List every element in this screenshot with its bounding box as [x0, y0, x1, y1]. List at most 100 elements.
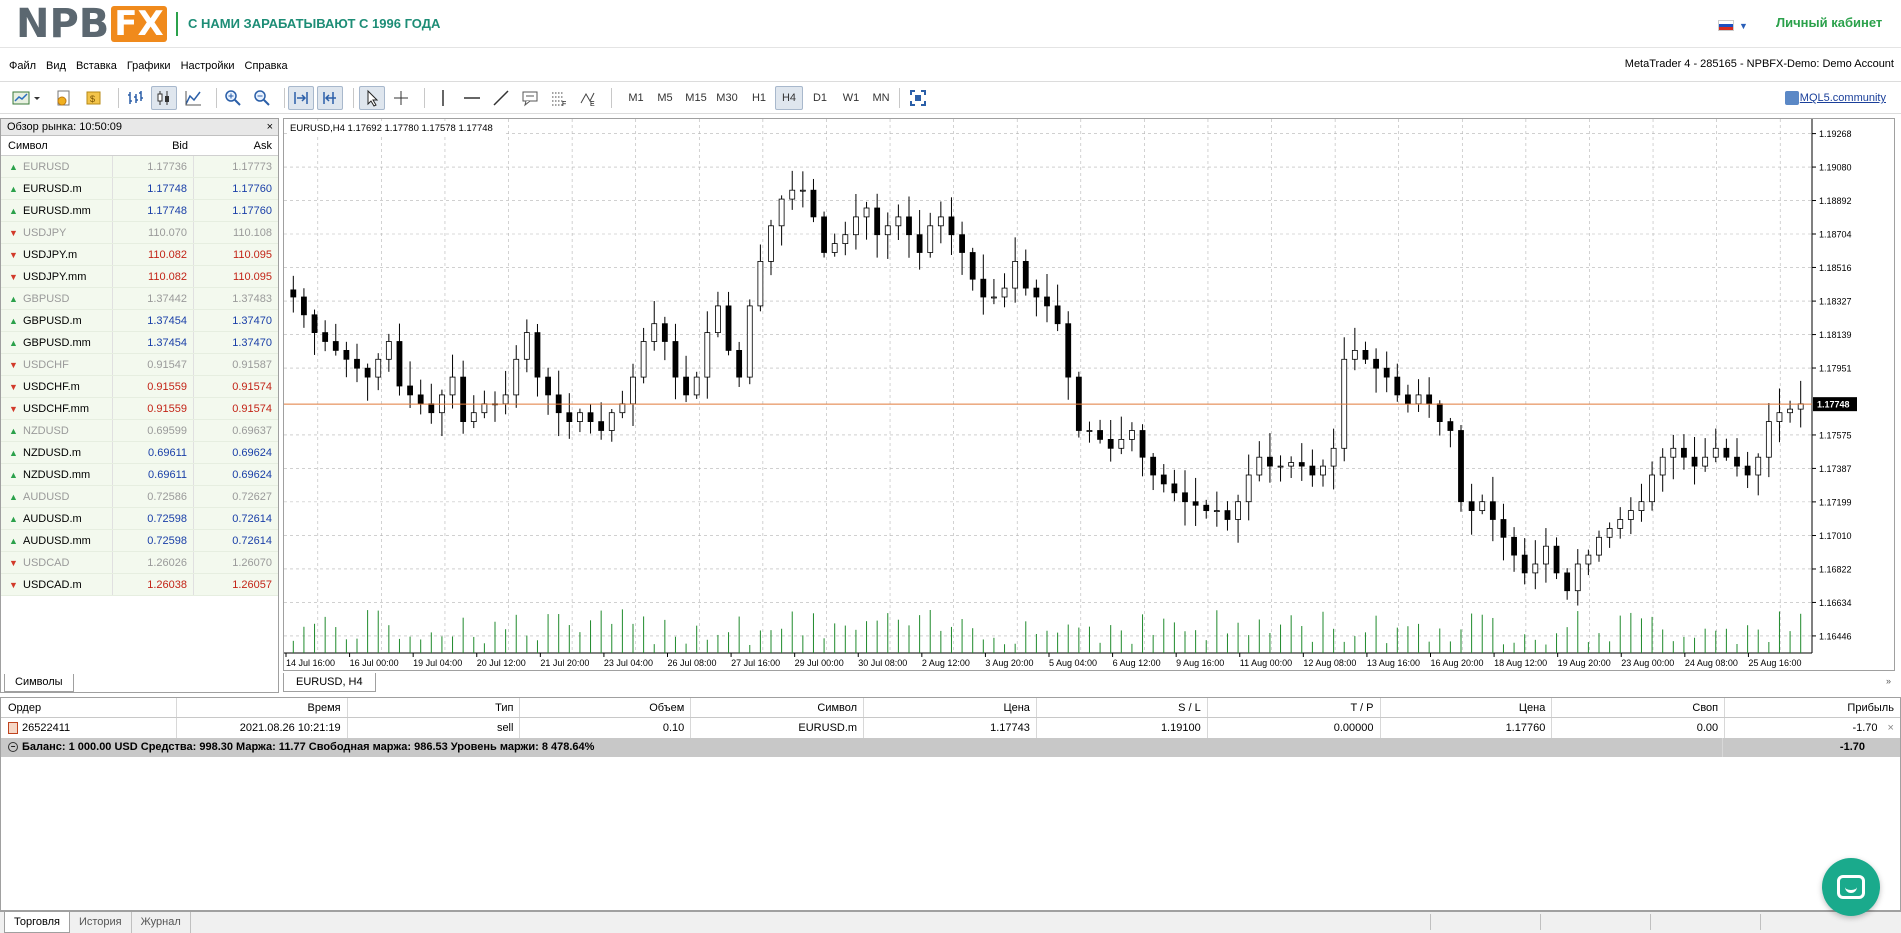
market-watch-row[interactable]: ▲ GBPUSD.mm 1.37454 1.37470: [1, 332, 278, 354]
tab-scroll-icon[interactable]: »: [1886, 676, 1891, 686]
menu-view[interactable]: Вид: [41, 60, 71, 72]
chevron-down-icon[interactable]: ▼: [1739, 21, 1748, 31]
col-volume[interactable]: Объем: [520, 698, 692, 717]
candle: [672, 323, 679, 400]
candle-body: [980, 278, 987, 298]
menu-file[interactable]: Файл: [0, 60, 41, 72]
text-label-icon[interactable]: [517, 86, 543, 110]
market-watch-row[interactable]: ▲ EURUSD 1.17736 1.17773: [1, 156, 278, 178]
market-watch-row[interactable]: ▲ AUDUSD.mm 0.72598 0.72614: [1, 530, 278, 552]
line-chart-icon[interactable]: [180, 86, 206, 110]
market-watch-row[interactable]: ▼ USDCHF 0.91547 0.91587: [1, 354, 278, 376]
indicators-icon[interactable]: E: [575, 86, 601, 110]
col-swap[interactable]: Своп: [1552, 698, 1726, 717]
tab-journal[interactable]: Журнал: [132, 912, 191, 933]
zoom-in-icon[interactable]: [220, 86, 246, 110]
close-order-icon[interactable]: ×: [1888, 722, 1894, 734]
symbol-name: NZDUSD: [23, 424, 69, 437]
col-sl[interactable]: S / L: [1037, 698, 1208, 717]
order-row[interactable]: 26522411 2021.08.26 10:21:19 sell 0.10 E…: [1, 718, 1900, 738]
market-watch-row[interactable]: ▼ USDCAD 1.26026 1.26070: [1, 552, 278, 574]
symbol-cell: ▲ GBPUSD: [1, 288, 113, 309]
time-label: 29 Jul 00:00: [795, 658, 844, 668]
auto-scroll-icon[interactable]: [288, 86, 314, 110]
russian-flag-icon[interactable]: [1718, 20, 1734, 31]
chart-tab-eurusd-h4[interactable]: EURUSD, H4: [283, 673, 376, 692]
timeframe-m30[interactable]: M30: [712, 86, 742, 110]
market-watch-row[interactable]: ▲ GBPUSD 1.37442 1.37483: [1, 288, 278, 310]
timeframe-w1[interactable]: W1: [837, 86, 865, 110]
candlestick-chart-icon[interactable]: [151, 86, 177, 110]
col-ask[interactable]: Ask: [194, 136, 278, 155]
col-symbol[interactable]: Символ: [691, 698, 865, 717]
order-tp: 0.00000: [1208, 718, 1381, 738]
crosshair-icon[interactable]: [388, 86, 414, 110]
ask-value: 1.17760: [232, 205, 272, 217]
col-current-price[interactable]: Цена: [1381, 698, 1553, 717]
profiles-icon[interactable]: [50, 86, 76, 110]
market-watch-row[interactable]: ▲ EURUSD.m 1.17748 1.17760: [1, 178, 278, 200]
tab-trade[interactable]: Торговля: [4, 912, 70, 933]
timeframe-h1[interactable]: H1: [745, 86, 773, 110]
col-symbol[interactable]: Символ: [1, 136, 113, 155]
order-time: 2021.08.26 10:21:19: [177, 718, 348, 738]
menu-help[interactable]: Справка: [240, 60, 293, 72]
new-chart-icon[interactable]: [8, 86, 44, 110]
col-price[interactable]: Цена: [864, 698, 1037, 717]
market-watch-row[interactable]: ▲ NZDUSD.m 0.69611 0.69624: [1, 442, 278, 464]
market-watch-row[interactable]: ▲ NZDUSD.mm 0.69611 0.69624: [1, 464, 278, 486]
vertical-line-icon[interactable]: [430, 86, 456, 110]
chart-window[interactable]: 1.19268 1.19080 1.18892 1.18704 1.18516 1.183…: [283, 118, 1895, 671]
menu-insert[interactable]: Вставка: [71, 60, 122, 72]
col-order[interactable]: Ордер: [1, 698, 177, 717]
timeframe-m15[interactable]: M15: [681, 86, 711, 110]
chat-support-button[interactable]: [1822, 858, 1880, 916]
timeframe-d1[interactable]: D1: [806, 86, 834, 110]
fullscreen-icon[interactable]: [905, 86, 931, 110]
close-icon[interactable]: ×: [267, 119, 273, 135]
candle-body: [545, 376, 551, 396]
market-watch-row[interactable]: ▼ USDJPY.mm 110.082 110.095: [1, 266, 278, 288]
timeframe-mn[interactable]: MN: [867, 86, 895, 110]
market-watch-row[interactable]: ▼ USDCHF.mm 0.91559 0.91574: [1, 398, 278, 420]
market-watch-row[interactable]: ▲ EURUSD.mm 1.17748 1.17760: [1, 200, 278, 222]
market-watch-icon[interactable]: $: [80, 86, 106, 110]
personal-cabinet-link[interactable]: Личный кабинет: [1776, 15, 1882, 30]
tab-history[interactable]: История: [70, 912, 132, 933]
market-watch-row[interactable]: ▲ GBPUSD.m 1.37454 1.37470: [1, 310, 278, 332]
order-profit: -1.70: [1852, 722, 1878, 734]
horizontal-line-icon[interactable]: [459, 86, 485, 110]
price-chart[interactable]: 1.19268 1.19080 1.18892 1.18704 1.18516 1.183…: [284, 119, 1894, 670]
fibonacci-icon[interactable]: F: [546, 86, 572, 110]
col-profit[interactable]: Прибыль: [1725, 698, 1900, 717]
mql5-community-link[interactable]: MQL5.community: [1800, 92, 1886, 104]
timeframe-m5[interactable]: M5: [651, 86, 679, 110]
chart-shift-icon[interactable]: [317, 86, 343, 110]
candle-body: [1129, 430, 1135, 440]
col-tp[interactable]: T / P: [1208, 698, 1381, 717]
candle: [1447, 417, 1454, 448]
market-watch-row[interactable]: ▲ AUDUSD.m 0.72598 0.72614: [1, 508, 278, 530]
col-time[interactable]: Время: [177, 698, 348, 717]
market-watch-row[interactable]: ▼ USDCAD.m 1.26038 1.26057: [1, 574, 278, 596]
market-watch-row[interactable]: ▲ AUDUSD 0.72586 0.72627: [1, 486, 278, 508]
timeframe-h4[interactable]: H4: [775, 86, 803, 110]
timeframe-m1[interactable]: M1: [622, 86, 650, 110]
menu-settings[interactable]: Настройки: [176, 60, 240, 72]
col-bid[interactable]: Bid: [113, 136, 194, 155]
npbfx-logo[interactable]: NPB FX: [16, 1, 167, 47]
collapse-icon[interactable]: −: [8, 742, 18, 753]
market-watch-row[interactable]: ▲ NZDUSD 0.69599 0.69637: [1, 420, 278, 442]
market-watch-row[interactable]: ▼ USDCHF.m 0.91559 0.91574: [1, 376, 278, 398]
trendline-icon[interactable]: [488, 86, 514, 110]
order-sl: 1.19100: [1037, 718, 1208, 738]
tab-symbols[interactable]: Символы: [4, 674, 74, 692]
col-type[interactable]: Тип: [348, 698, 521, 717]
market-watch-row[interactable]: ▼ USDJPY.m 110.082 110.095: [1, 244, 278, 266]
bar-chart-icon[interactable]: [122, 86, 148, 110]
menu-charts[interactable]: Графики: [122, 60, 176, 72]
zoom-out-icon[interactable]: [249, 86, 275, 110]
market-watch-row[interactable]: ▼ USDJPY 110.070 110.108: [1, 222, 278, 244]
time-label: 12 Aug 08:00: [1303, 658, 1356, 668]
cursor-icon[interactable]: [359, 86, 385, 110]
